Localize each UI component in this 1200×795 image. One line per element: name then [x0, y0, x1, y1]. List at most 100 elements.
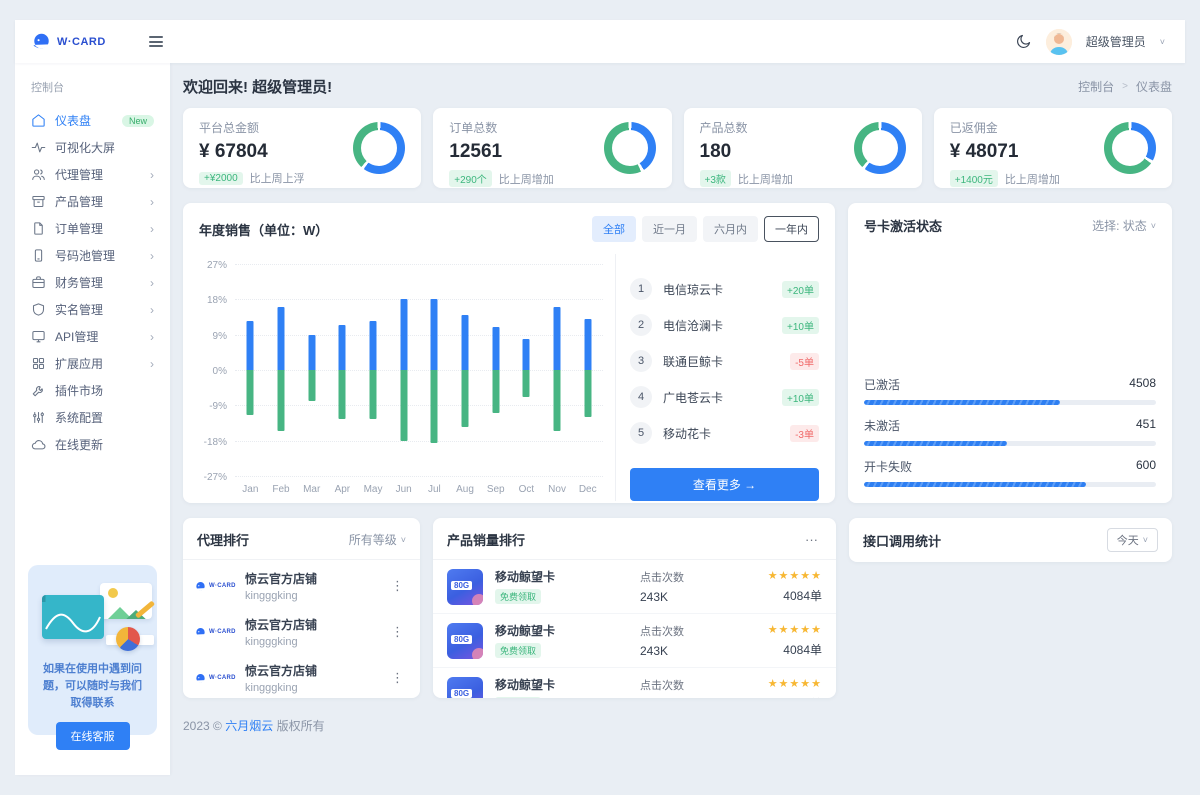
kebab-menu-icon[interactable]: ⋮: [387, 624, 408, 640]
filter-six-months-button[interactable]: 六月内: [703, 216, 758, 242]
caret-down-icon: ˅: [401, 535, 406, 545]
activation-label: 未激活: [864, 417, 900, 434]
sidebar-item-orders[interactable]: 订单管理 ›: [27, 215, 158, 242]
caret-down-icon: ˅: [1151, 221, 1156, 231]
user-name[interactable]: 超级管理员: [1086, 33, 1146, 50]
api-stats-panel: 接口调用统计 今天 ˅: [849, 518, 1172, 562]
rank-item: 3 联通巨鲸卡 -5单: [630, 350, 819, 372]
agent-shop-logo: W·CARD: [195, 627, 241, 638]
bar-series: [235, 264, 603, 476]
card-activation-panel: 号卡激活状态 选择: 状态 ˅ 已激活 4508 未激活: [848, 203, 1172, 503]
stat-card-commission: 已返佣金 ¥ 48071 +1400元 比上周增加: [934, 108, 1172, 188]
star-rating: ★★★★★: [726, 623, 822, 636]
sidebar-item-update[interactable]: 在线更新: [27, 431, 158, 458]
agent-name: 惊云官方店铺: [245, 662, 387, 679]
kebab-menu-icon[interactable]: ⋮: [387, 578, 408, 594]
ellipsis-menu-icon[interactable]: ···: [801, 532, 822, 547]
activation-value: 451: [1136, 417, 1156, 434]
agent-row: W·CARD 惊云官方店铺 kingggking ⋮: [183, 560, 420, 606]
whale-icon: [32, 32, 51, 51]
sidebar-item-label: 系统配置: [55, 409, 154, 426]
x-axis-labels: JanFeb MarApr MayJun JulAug SepOct NovDe…: [235, 484, 603, 495]
progress-fill: [864, 400, 1060, 405]
filter-one-year-button[interactable]: 一年内: [764, 216, 819, 242]
star-rating: ★★★★★: [726, 677, 822, 690]
rank-item: 2 电信沧澜卡 +10单: [630, 314, 819, 336]
user-avatar[interactable]: [1046, 29, 1072, 55]
product-sales-panel: 产品销量排行 ··· 80G 移动鲸望卡 免费领取 点击次数 243K ★★★★…: [433, 518, 836, 698]
rank-item: 4 广电苍云卡 +10单: [630, 386, 819, 408]
breadcrumb: 控制台 > 仪表盘: [1078, 78, 1172, 95]
breadcrumb-console[interactable]: 控制台: [1078, 78, 1114, 95]
home-icon: [31, 113, 46, 128]
activation-value: 600: [1136, 458, 1156, 475]
chevron-right-icon: ›: [150, 357, 154, 371]
sidebar-item-api[interactable]: API管理 ›: [27, 323, 158, 350]
clicks-label: 点击次数: [640, 623, 726, 639]
rank-item: 1 电信琼云卡 +20单: [630, 278, 819, 300]
dark-mode-toggle-icon[interactable]: [1015, 33, 1032, 50]
hamburger-menu-icon[interactable]: [149, 34, 163, 50]
welcome-title: 欢迎回来! 超级管理员!: [183, 76, 332, 97]
sidebar-item-finance[interactable]: 财务管理 ›: [27, 269, 158, 296]
users-icon: [31, 167, 46, 182]
view-more-button[interactable]: 查看更多 →: [630, 468, 819, 501]
clicks-value: 243K: [640, 644, 726, 658]
product-thumbnail: 80G: [447, 623, 483, 659]
sidebar-item-products[interactable]: 产品管理 ›: [27, 188, 158, 215]
rank-name: 电信琼云卡: [663, 281, 782, 298]
box-icon: [31, 194, 46, 209]
rank-delta-badge: -5单: [790, 353, 819, 370]
main-content: 欢迎回来! 超级管理员! 控制台 > 仪表盘 平台总金额 ¥ 67804 +¥2…: [170, 63, 1185, 775]
divider: [615, 254, 616, 501]
breadcrumb-dashboard[interactable]: 仪表盘: [1136, 78, 1172, 95]
activation-row-failed: 开卡失败 600: [864, 458, 1156, 487]
sidebar: 控制台 仪表盘 New 可视化大屏 代理管理 › 产品管理 › 订单管理 › 号…: [15, 63, 170, 775]
product-row: 80G 移动鲸望卡 免费领取 点击次数 243K ★★★★★ 4084单: [433, 614, 836, 668]
filter-last-month-button[interactable]: 近一月: [642, 216, 697, 242]
filter-all-button[interactable]: 全部: [592, 216, 636, 242]
progress-track: [864, 482, 1156, 487]
date-range-button[interactable]: 今天 ˅: [1107, 528, 1158, 552]
donut-chart: [604, 122, 656, 174]
chevron-right-icon: ›: [150, 303, 154, 317]
rank-delta-badge: -3单: [790, 425, 819, 442]
online-support-button[interactable]: 在线客服: [56, 722, 130, 750]
user-menu-caret-icon[interactable]: ˅: [1160, 37, 1165, 47]
product-tag: 免费领取: [495, 589, 541, 604]
breadcrumb-separator: >: [1122, 81, 1128, 92]
donut-chart: [1104, 122, 1156, 174]
agent-level-select[interactable]: 所有等级 ˅: [349, 531, 406, 548]
activation-value: 4508: [1129, 376, 1156, 393]
progress-track: [864, 441, 1156, 446]
sidebar-item-dashboard[interactable]: 仪表盘 New: [27, 107, 158, 134]
sidebar-item-numberpool[interactable]: 号码池管理 ›: [27, 242, 158, 269]
kebab-menu-icon[interactable]: ⋮: [387, 670, 408, 686]
agent-shop-logo: W·CARD: [195, 581, 241, 592]
sidebar-item-settings[interactable]: 系统配置: [27, 404, 158, 431]
rank-delta-badge: +20单: [782, 281, 819, 298]
sidebar-item-realname[interactable]: 实名管理 ›: [27, 296, 158, 323]
sidebar-item-bigscreen[interactable]: 可视化大屏: [27, 134, 158, 161]
status-select[interactable]: 选择: 状态 ˅: [1092, 217, 1156, 234]
chevron-right-icon: ›: [150, 249, 154, 263]
sidebar-item-label: 财务管理: [55, 274, 141, 291]
sidebar-item-label: 订单管理: [55, 220, 141, 237]
donut-chart: [854, 122, 906, 174]
briefcase-icon: [31, 275, 46, 290]
progress-fill: [864, 441, 1007, 446]
agent-row: W·CARD 惊云官方店铺 kingggking ⋮: [183, 606, 420, 652]
rank-name: 移动花卡: [663, 425, 790, 442]
rank-name: 联通巨鲸卡: [663, 353, 790, 370]
sidebar-item-agents[interactable]: 代理管理 ›: [27, 161, 158, 188]
sidebar-item-label: 在线更新: [55, 436, 154, 453]
sliders-icon: [31, 410, 46, 425]
sidebar-item-plugins[interactable]: 插件市场: [27, 377, 158, 404]
activation-label: 已激活: [864, 376, 900, 393]
chevron-right-icon: ›: [150, 276, 154, 290]
sidebar-item-extensions[interactable]: 扩展应用 ›: [27, 350, 158, 377]
stat-cards-row: 平台总金额 ¥ 67804 +¥2000 比上周上浮 订单总数 12561 +2…: [183, 108, 1172, 188]
footer-brand-link[interactable]: 六月烟云: [225, 719, 273, 733]
file-icon: [31, 221, 46, 236]
chevron-right-icon: ›: [150, 222, 154, 236]
